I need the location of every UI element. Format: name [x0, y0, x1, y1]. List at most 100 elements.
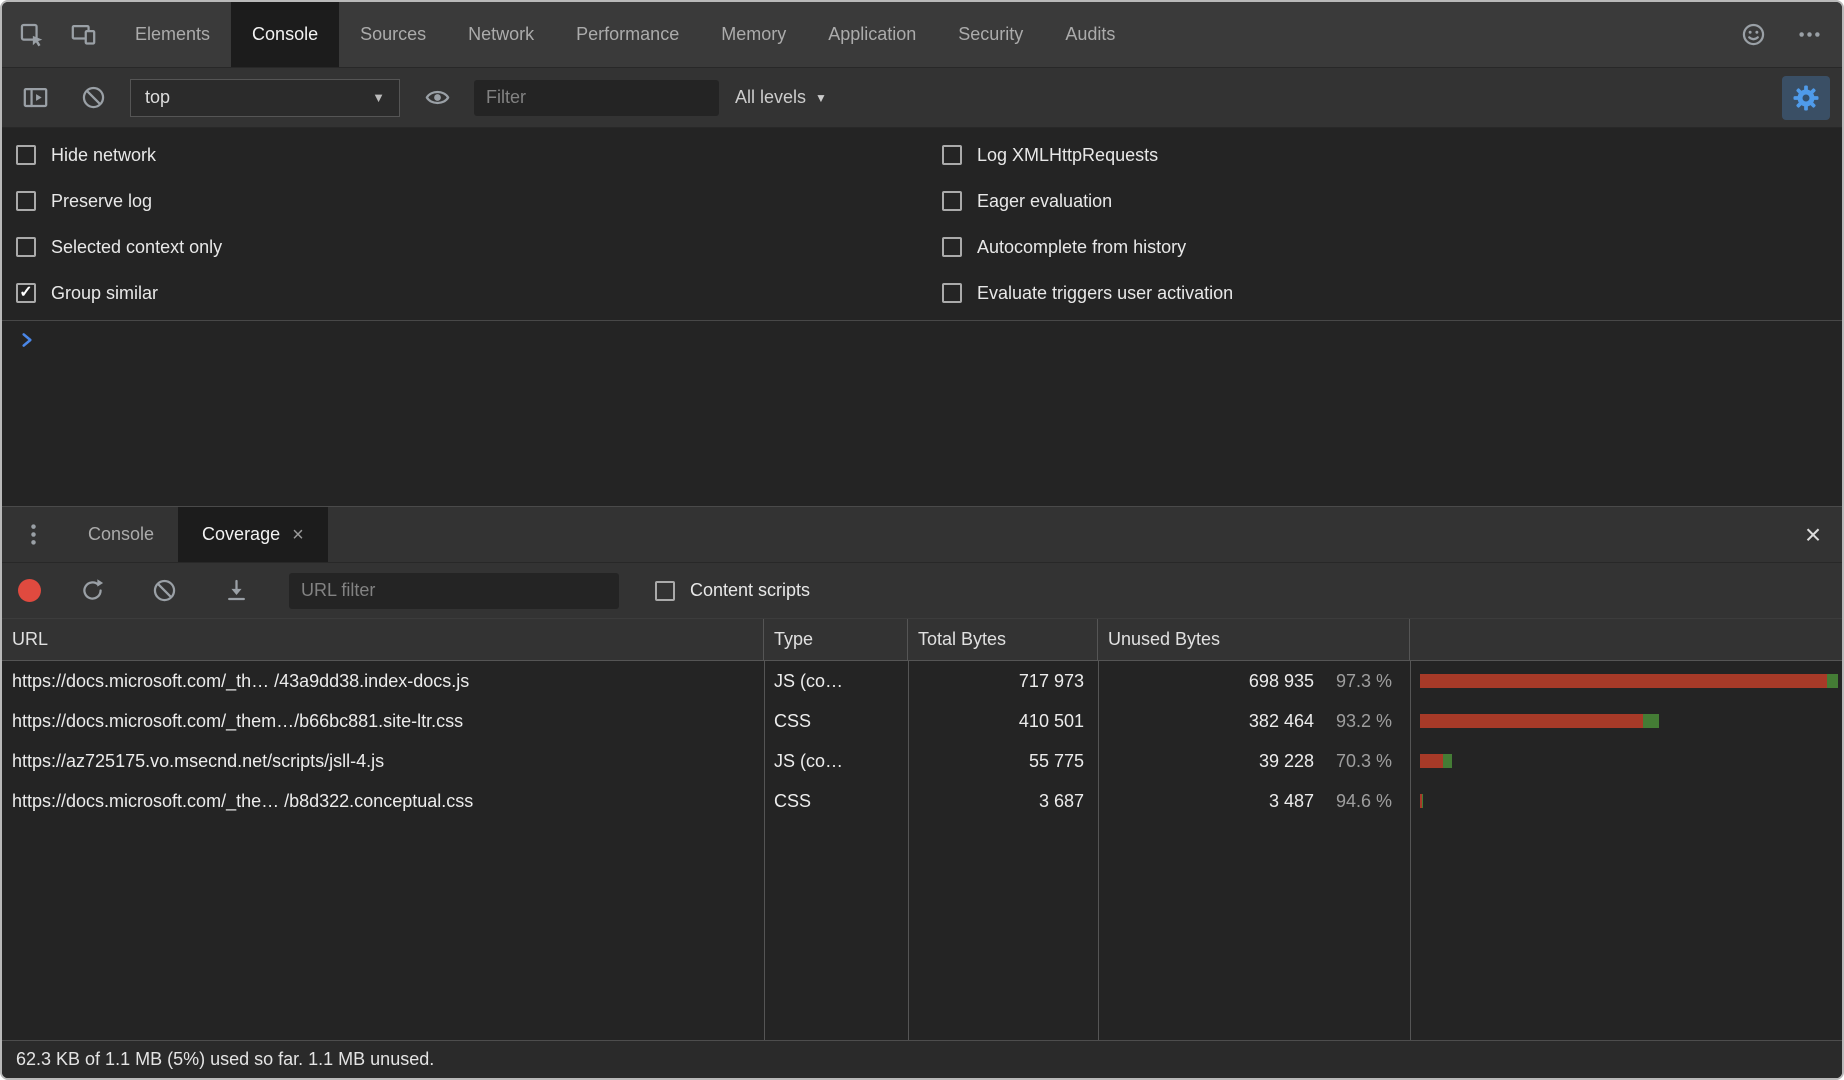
drawer-tab-label: Coverage [202, 524, 280, 545]
log-levels-label: All levels [735, 87, 806, 108]
console-output-area[interactable] [2, 321, 1842, 506]
setting-selected-context-only[interactable]: ✓ Selected context only [16, 224, 922, 270]
tab-application[interactable]: Application [807, 2, 937, 67]
console-settings-pane: ✓ Hide network ✓ Preserve log ✓ Selected… [2, 128, 1842, 321]
main-toolbar-right [1732, 2, 1842, 67]
eye-icon [424, 84, 451, 111]
setting-evaluate-triggers-activation[interactable]: ✓ Evaluate triggers user activation [942, 270, 1842, 316]
row-unused-bytes: 39 228 70.3 % [1098, 751, 1410, 772]
unused-bytes-value: 39 228 [1259, 751, 1314, 772]
setting-preserve-log[interactable]: ✓ Preserve log [16, 178, 922, 224]
checkbox[interactable]: ✓ [16, 191, 36, 211]
unused-bytes-value: 3 487 [1269, 791, 1314, 812]
used-bar-segment [1443, 754, 1453, 768]
coverage-row[interactable]: https://docs.microsoft.com/_the… /b8d322… [2, 781, 1842, 821]
console-prompt-chevron-icon[interactable] [18, 331, 1842, 349]
setting-label: Preserve log [51, 191, 152, 212]
coverage-summary-text: 62.3 KB of 1.1 MB (5%) used so far. 1.1 … [16, 1049, 434, 1070]
setting-eager-evaluation[interactable]: ✓ Eager evaluation [942, 178, 1842, 224]
inspect-cursor-icon [18, 21, 45, 48]
coverage-status-bar: 62.3 KB of 1.1 MB (5%) used so far. 1.1 … [2, 1040, 1842, 1078]
setting-label: Selected context only [51, 237, 222, 258]
used-bar-segment [1643, 714, 1659, 728]
tab-sources[interactable]: Sources [339, 2, 447, 67]
coverage-row[interactable]: https://docs.microsoft.com/_th… /43a9dd3… [2, 661, 1842, 701]
console-sidebar-toggle-button[interactable] [14, 77, 56, 119]
row-url: https://docs.microsoft.com/_them…/b66bc8… [2, 711, 764, 732]
checkbox[interactable]: ✓ [16, 283, 36, 303]
export-coverage-button[interactable] [215, 570, 257, 612]
console-toolbar: top ▼ All levels ▼ [2, 68, 1842, 128]
row-type: CSS [764, 791, 908, 812]
close-drawer-button[interactable]: × [1784, 507, 1842, 562]
tab-security[interactable]: Security [937, 2, 1044, 67]
tab-network[interactable]: Network [447, 2, 555, 67]
column-header-type[interactable]: Type [764, 619, 908, 660]
coverage-row[interactable]: https://docs.microsoft.com/_them…/b66bc8… [2, 701, 1842, 741]
main-menu-button[interactable] [1788, 14, 1830, 56]
setting-autocomplete-history[interactable]: ✓ Autocomplete from history [942, 224, 1842, 270]
javascript-context-selector[interactable]: top ▼ [130, 79, 400, 117]
record-coverage-button[interactable] [18, 579, 41, 602]
row-type: JS (co… [764, 751, 908, 772]
row-total-bytes: 3 687 [908, 791, 1098, 812]
unused-bar-segment [1420, 754, 1443, 768]
column-header-total-bytes[interactable]: Total Bytes [908, 619, 1098, 660]
drawer-tab-coverage[interactable]: Coverage × [178, 507, 328, 562]
checkbox[interactable]: ✓ [16, 145, 36, 165]
device-toolbar-button[interactable] [62, 14, 104, 56]
setting-hide-network[interactable]: ✓ Hide network [16, 132, 922, 178]
checkbox[interactable]: ✓ [16, 237, 36, 257]
row-usage-bar [1410, 741, 1842, 781]
tab-elements[interactable]: Elements [114, 2, 231, 67]
console-filter-input[interactable] [474, 80, 719, 116]
row-total-bytes: 55 775 [908, 751, 1098, 772]
clear-console-button[interactable] [72, 77, 114, 119]
close-tab-icon[interactable]: × [292, 525, 304, 545]
unused-bar-segment [1420, 674, 1827, 688]
chevron-down-icon: ▼ [815, 91, 827, 105]
check-icon: ✓ [19, 285, 32, 301]
sidebar-toggle-icon [22, 84, 49, 111]
checkbox[interactable]: ✓ [942, 145, 962, 165]
devtools-window: Elements Console Sources Network Perform… [0, 0, 1844, 1080]
context-selector-value: top [145, 87, 170, 108]
row-total-bytes: 410 501 [908, 711, 1098, 732]
console-settings-button[interactable] [1782, 76, 1830, 120]
drawer-tab-console[interactable]: Console [64, 507, 178, 562]
row-usage-bar [1410, 661, 1842, 701]
url-filter-input[interactable] [289, 573, 619, 609]
tab-memory[interactable]: Memory [700, 2, 807, 67]
checkbox[interactable]: ✓ [655, 581, 675, 601]
checkbox[interactable]: ✓ [942, 237, 962, 257]
drawer-menu-button[interactable] [2, 507, 64, 562]
main-toolbar-left-icons [2, 2, 114, 67]
setting-label: Eager evaluation [977, 191, 1112, 212]
live-expression-button[interactable] [416, 77, 458, 119]
settings-column-right: ✓ Log XMLHttpRequests ✓ Eager evaluation… [922, 132, 1842, 316]
coverage-row[interactable]: https://az725175.vo.msecnd.net/scripts/j… [2, 741, 1842, 781]
unused-bytes-value: 698 935 [1249, 671, 1314, 692]
tab-performance[interactable]: Performance [555, 2, 700, 67]
setting-group-similar[interactable]: ✓ Group similar [16, 270, 922, 316]
column-header-url[interactable]: URL [2, 619, 764, 660]
row-type: CSS [764, 711, 908, 732]
column-header-unused-bytes[interactable]: Unused Bytes [1098, 619, 1410, 660]
coverage-table-header: URL Type Total Bytes Unused Bytes [2, 619, 1842, 661]
content-scripts-toggle[interactable]: ✓ Content scripts [655, 580, 810, 601]
more-options-icon [1796, 21, 1823, 48]
row-url: https://docs.microsoft.com/_the… /b8d322… [2, 791, 764, 812]
log-levels-dropdown[interactable]: All levels ▼ [735, 87, 827, 108]
row-unused-bytes: 382 464 93.2 % [1098, 711, 1410, 732]
checkbox[interactable]: ✓ [942, 283, 962, 303]
checkbox[interactable]: ✓ [942, 191, 962, 211]
setting-log-xmlhttprequests[interactable]: ✓ Log XMLHttpRequests [942, 132, 1842, 178]
inspect-element-button[interactable] [10, 14, 52, 56]
used-bar-segment [1827, 674, 1838, 688]
drawer-tabs: Console Coverage × [64, 507, 328, 562]
tab-audits[interactable]: Audits [1044, 2, 1136, 67]
feedback-button[interactable] [1732, 14, 1774, 56]
reload-coverage-button[interactable] [71, 570, 113, 612]
tab-console[interactable]: Console [231, 2, 339, 67]
clear-coverage-button[interactable] [143, 570, 185, 612]
